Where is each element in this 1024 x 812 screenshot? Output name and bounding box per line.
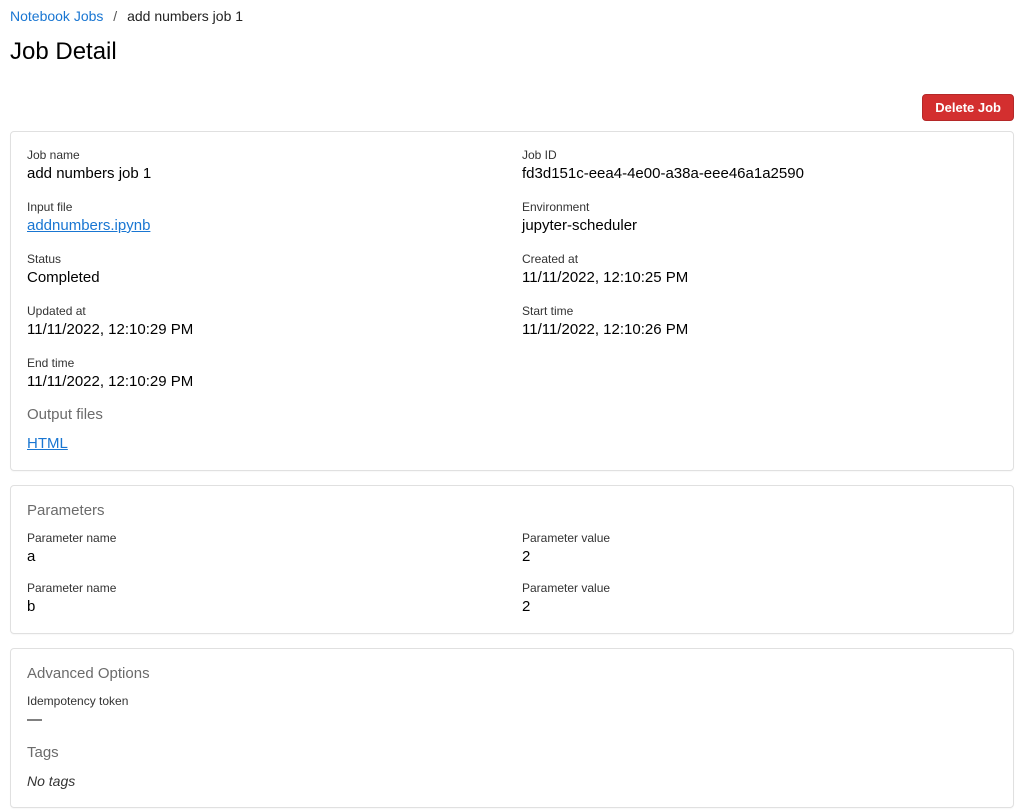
label-input-file: Input file	[27, 200, 502, 214]
no-tags-text: No tags	[27, 773, 997, 789]
label-created-at: Created at	[522, 252, 997, 266]
field-end-time: End time 11/11/2022, 12:10:29 PM	[27, 356, 502, 390]
input-file-link[interactable]: addnumbers.ipynb	[27, 217, 150, 234]
value-updated-at: 11/11/2022, 12:10:29 PM	[27, 321, 502, 338]
label-param-name: Parameter name	[27, 581, 502, 595]
label-status: Status	[27, 252, 502, 266]
field-start-time: Start time 11/11/2022, 12:10:26 PM	[522, 304, 997, 338]
parameter-row: Parameter name a Parameter value 2	[27, 531, 997, 565]
tags-heading: Tags	[27, 744, 997, 761]
job-details-card: Job name add numbers job 1 Job ID fd3d15…	[10, 131, 1014, 471]
value-start-time: 11/11/2022, 12:10:26 PM	[522, 321, 997, 338]
output-files-heading: Output files	[27, 406, 997, 423]
label-param-value: Parameter value	[522, 531, 997, 545]
label-job-id: Job ID	[522, 148, 997, 162]
label-idempotency-token: Idempotency token	[27, 694, 997, 708]
value-job-id: fd3d151c-eea4-4e00-a38a-eee46a1a2590	[522, 165, 997, 182]
field-environment: Environment jupyter-scheduler	[522, 200, 997, 234]
breadcrumb: Notebook Jobs / add numbers job 1	[10, 8, 1014, 24]
value-created-at: 11/11/2022, 12:10:25 PM	[522, 269, 997, 286]
label-start-time: Start time	[522, 304, 997, 318]
field-idempotency-token: Idempotency token —	[27, 694, 997, 728]
value-status: Completed	[27, 269, 502, 286]
label-param-name: Parameter name	[27, 531, 502, 545]
value-param-name-0: a	[27, 548, 502, 565]
page-title: Job Detail	[10, 38, 1014, 66]
label-param-value: Parameter value	[522, 581, 997, 595]
field-created-at: Created at 11/11/2022, 12:10:25 PM	[522, 252, 997, 286]
output-file-html-link[interactable]: HTML	[27, 435, 68, 452]
label-environment: Environment	[522, 200, 997, 214]
breadcrumb-separator: /	[107, 8, 123, 24]
value-param-value-1: 2	[522, 598, 997, 615]
output-files-list: HTML	[27, 435, 997, 452]
delete-job-button[interactable]: Delete Job	[922, 94, 1014, 121]
value-job-name: add numbers job 1	[27, 165, 502, 182]
value-environment: jupyter-scheduler	[522, 217, 997, 234]
advanced-options-card: Advanced Options Idempotency token — Tag…	[10, 648, 1014, 808]
value-param-value-0: 2	[522, 548, 997, 565]
field-job-name: Job name add numbers job 1	[27, 148, 502, 182]
value-idempotency-token: —	[27, 711, 997, 728]
field-updated-at: Updated at 11/11/2022, 12:10:29 PM	[27, 304, 502, 338]
field-input-file: Input file addnumbers.ipynb	[27, 200, 502, 234]
label-end-time: End time	[27, 356, 502, 370]
label-job-name: Job name	[27, 148, 502, 162]
field-status: Status Completed	[27, 252, 502, 286]
breadcrumb-root-link[interactable]: Notebook Jobs	[10, 8, 103, 24]
breadcrumb-current: add numbers job 1	[127, 8, 243, 24]
parameter-row: Parameter name b Parameter value 2	[27, 581, 997, 615]
parameters-heading: Parameters	[27, 502, 997, 519]
advanced-options-heading: Advanced Options	[27, 665, 997, 682]
label-updated-at: Updated at	[27, 304, 502, 318]
value-param-name-1: b	[27, 598, 502, 615]
field-job-id: Job ID fd3d151c-eea4-4e00-a38a-eee46a1a2…	[522, 148, 997, 182]
value-end-time: 11/11/2022, 12:10:29 PM	[27, 373, 502, 390]
parameters-card: Parameters Parameter name a Parameter va…	[10, 485, 1014, 634]
